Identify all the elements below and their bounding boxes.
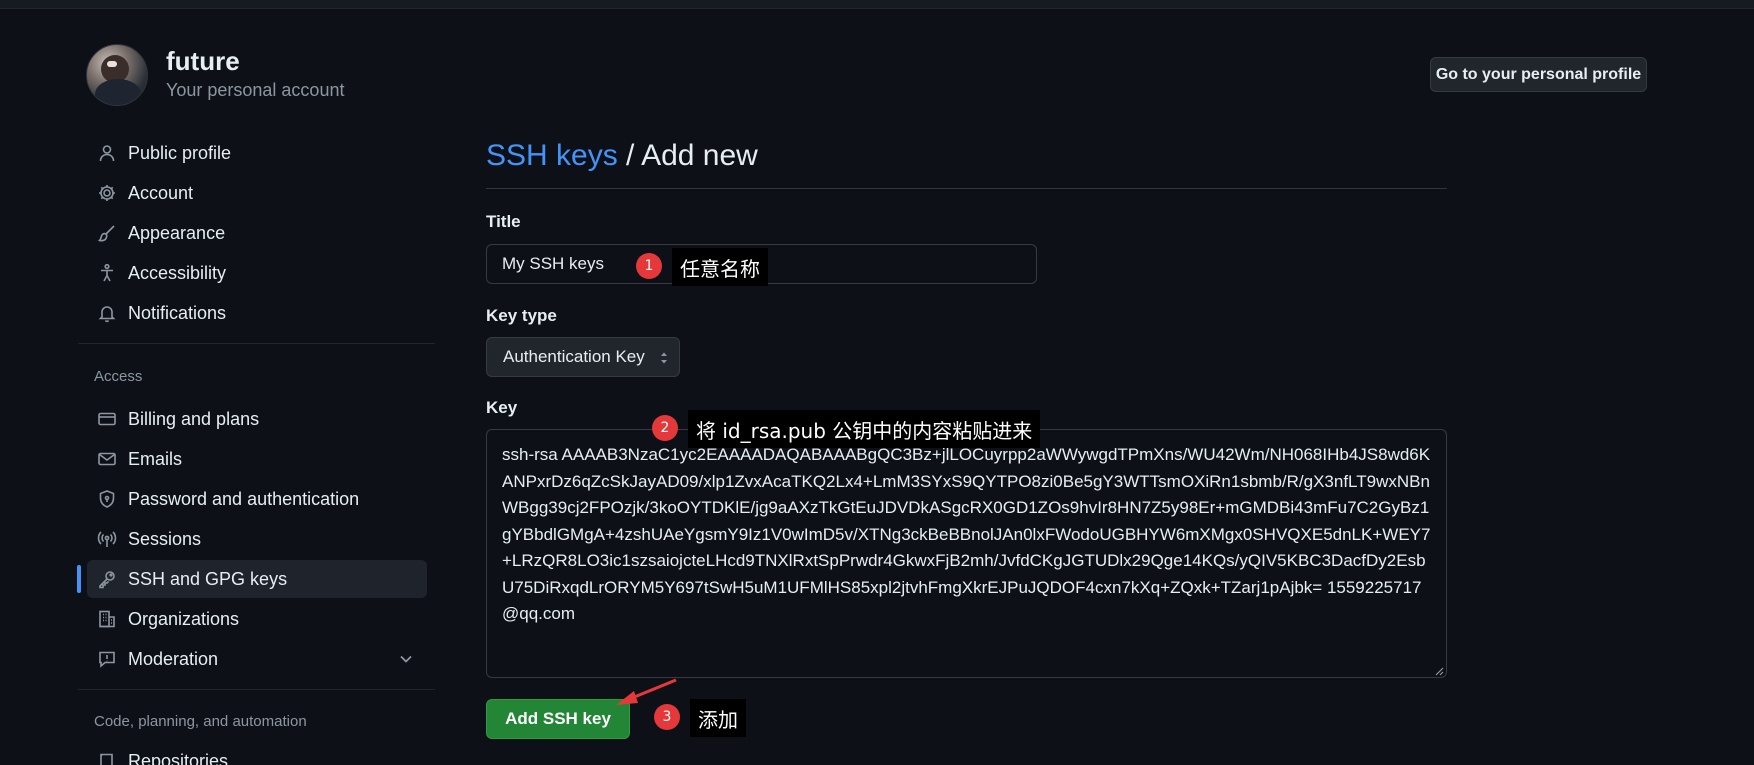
sidebar-item-label: Organizations bbox=[128, 608, 240, 629]
breadcrumb: SSH keys / Add new bbox=[486, 139, 758, 173]
sidebar-item-label: Moderation bbox=[128, 648, 219, 669]
key-type-value: Authentication Key bbox=[503, 347, 645, 366]
sidebar-item-public-profile[interactable]: Public profile bbox=[87, 134, 427, 172]
breadcrumb-link-ssh-keys[interactable]: SSH keys bbox=[486, 139, 618, 172]
sidebar-item-label: Accessibility bbox=[128, 262, 227, 283]
annotation-badge: 3 bbox=[654, 704, 680, 730]
resize-handle-icon[interactable] bbox=[1432, 664, 1444, 676]
sidebar-item-accessibility[interactable]: Accessibility bbox=[87, 254, 427, 292]
sidebar-item-label: Emails bbox=[128, 448, 183, 469]
sidebar-item-organizations[interactable]: Organizations bbox=[87, 600, 427, 638]
sidebar-section-access: Access bbox=[94, 368, 143, 385]
sidebar-item-notifications[interactable]: Notifications bbox=[87, 294, 427, 332]
active-indicator bbox=[77, 565, 81, 593]
gear-icon bbox=[96, 182, 118, 204]
key-icon bbox=[96, 568, 118, 590]
header-divider bbox=[486, 188, 1447, 189]
sidebar-item-moderation[interactable]: Moderation bbox=[87, 640, 427, 678]
sidebar-item-label: Repositories bbox=[128, 750, 229, 765]
credit-card-icon bbox=[96, 408, 118, 430]
page-title: Add new bbox=[641, 139, 758, 172]
go-to-profile-button[interactable]: Go to your personal profile bbox=[1430, 57, 1647, 92]
key-textarea[interactable]: ssh-rsa AAAAB3NzaC1yc2EAAAADAQABAAABgQC3… bbox=[486, 429, 1447, 678]
sidebar-item-label: Notifications bbox=[128, 302, 227, 323]
sidebar-divider bbox=[78, 343, 435, 344]
chevron-down-icon[interactable] bbox=[397, 650, 415, 668]
annotation-note: 添加 bbox=[690, 699, 746, 737]
report-icon bbox=[96, 648, 118, 670]
annotation-note: 任意名称 bbox=[672, 248, 768, 286]
select-arrows-icon bbox=[661, 352, 667, 364]
broadcast-icon bbox=[96, 528, 118, 550]
title-label: Title bbox=[486, 212, 521, 231]
add-ssh-key-button[interactable]: Add SSH key bbox=[486, 699, 630, 739]
sidebar-item-label: Public profile bbox=[128, 142, 232, 163]
sidebar-item-account[interactable]: Account bbox=[87, 174, 427, 212]
sidebar-item-label: Billing and plans bbox=[128, 408, 260, 429]
key-type-label: Key type bbox=[486, 306, 557, 325]
sidebar-section-code: Code, planning, and automation bbox=[94, 713, 307, 730]
key-type-select[interactable]: Authentication Key bbox=[486, 337, 680, 377]
sidebar-item-label: Password and authentication bbox=[128, 488, 360, 509]
sidebar-item-emails[interactable]: Emails bbox=[87, 440, 427, 478]
breadcrumb-separator: / bbox=[617, 139, 642, 172]
sidebar-item-label: SSH and GPG keys bbox=[128, 568, 288, 589]
annotation-badge: 2 bbox=[652, 415, 678, 441]
sidebar-item-ssh-gpg-keys[interactable]: SSH and GPG keys bbox=[87, 560, 427, 598]
account-subtitle: Your personal account bbox=[166, 80, 345, 100]
avatar[interactable] bbox=[86, 44, 148, 106]
sidebar-divider bbox=[78, 689, 435, 690]
sidebar-item-label: Account bbox=[128, 182, 194, 203]
shield-lock-icon bbox=[96, 488, 118, 510]
top-bar bbox=[0, 0, 1754, 9]
sidebar-item-repositories[interactable]: Repositories bbox=[87, 742, 427, 765]
repo-icon bbox=[96, 750, 118, 765]
annotation-badge: 1 bbox=[636, 253, 662, 279]
sidebar-item-sessions[interactable]: Sessions bbox=[87, 520, 427, 558]
sidebar-item-billing[interactable]: Billing and plans bbox=[87, 400, 427, 438]
sidebar-item-appearance[interactable]: Appearance bbox=[87, 214, 427, 252]
person-icon bbox=[96, 142, 118, 164]
accessibility-icon bbox=[96, 262, 118, 284]
user-name[interactable]: future bbox=[166, 46, 240, 77]
organization-icon bbox=[96, 608, 118, 630]
mail-icon bbox=[96, 448, 118, 470]
sidebar-item-label: Appearance bbox=[128, 222, 226, 243]
bell-icon bbox=[96, 302, 118, 324]
sidebar-item-password-auth[interactable]: Password and authentication bbox=[87, 480, 427, 518]
paintbrush-icon bbox=[96, 222, 118, 244]
key-label: Key bbox=[486, 398, 518, 417]
annotation-note: 将 id_rsa.pub 公钥中的内容粘贴进来 bbox=[688, 410, 1041, 448]
sidebar-item-label: Sessions bbox=[128, 528, 202, 549]
